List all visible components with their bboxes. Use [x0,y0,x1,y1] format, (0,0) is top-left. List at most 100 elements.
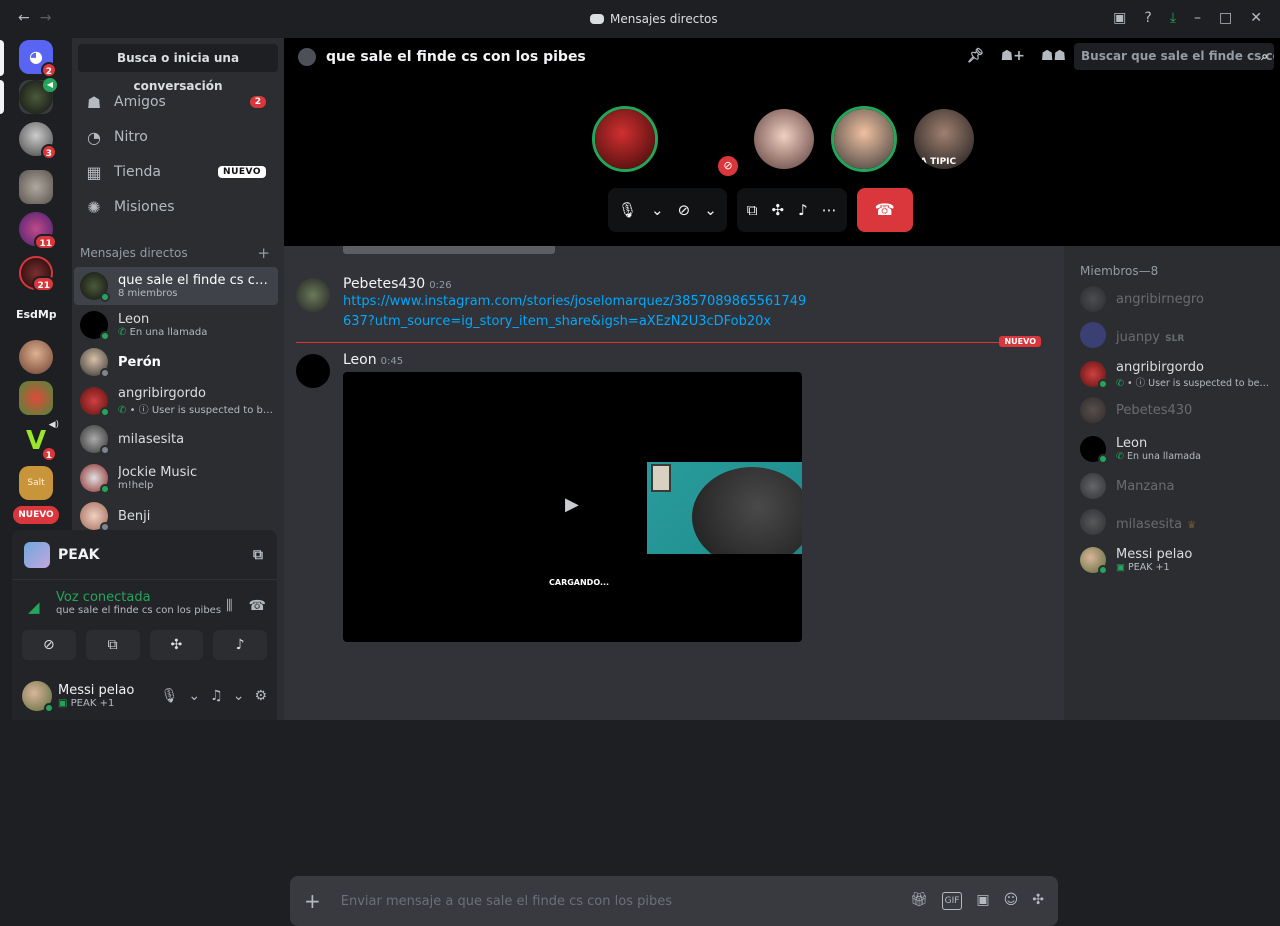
avatar[interactable] [22,681,54,713]
chevron-down-icon[interactable]: ⌄ [651,201,664,219]
participant-avatar[interactable]: A TIPIC [911,106,977,172]
camera-off-icon[interactable]: ⊘ [678,201,691,219]
server-icon[interactable] [19,381,53,415]
server-icon-esdmp[interactable]: EsdMp [16,298,56,332]
dm-item[interactable]: Perón [74,343,278,381]
screen-share-button[interactable]: ⧉ [85,630,140,660]
member-item[interactable]: Messi pelao ▣ PEAK +1 [1080,545,1275,575]
video-attachment[interactable]: ▶ CARGANDO... [343,372,802,642]
emoji-icon[interactable]: ☺ [1004,892,1019,910]
home-button[interactable]: ◕ 2 [19,40,57,78]
member-item[interactable]: angribirnegro [1080,284,1275,314]
participant-avatar[interactable] [751,106,817,172]
member-item[interactable]: milasesita ♛ [1080,507,1275,537]
server-avatar [19,340,53,374]
nav-nitro[interactable]: ◔ Nitro [78,121,276,153]
help-icon[interactable]: ? [1144,10,1151,26]
camera-off-button[interactable]: ⊘ [22,630,76,660]
message-author[interactable]: Leon [343,352,377,368]
microphone-icon[interactable]: 🎙︎ [161,688,179,704]
new-servers-pill[interactable]: NUEVO [13,506,59,524]
apps-icon[interactable]: ✣ [1032,892,1044,910]
member-item[interactable]: juanpy SLR [1080,320,1275,350]
close-icon[interactable]: ✕ [1250,10,1262,26]
message-time: 0:26 [429,280,452,291]
chevron-down-icon[interactable]: ⌄ [233,688,245,704]
create-dm-icon[interactable]: + [257,244,270,262]
forward-arrow-icon[interactable]: → [40,10,52,26]
back-arrow-icon[interactable]: ← [18,10,30,26]
activities-icon[interactable]: ✣ [772,201,785,219]
gift-icon[interactable]: 🎁︎ [910,892,928,910]
user-panel: Messi pelao ▣ PEAK +1 🎙︎ ⌄ ♫ ⌄ ⚙ [22,674,267,718]
server-icon[interactable] [19,170,53,204]
disconnect-icon[interactable]: ☎ [249,598,266,614]
nav-shop[interactable]: ▦ Tienda NUEVO [78,156,276,188]
add-friends-icon[interactable]: ☗+ [1001,48,1025,64]
member-name: angribirgordo [1116,359,1204,375]
nav-friends[interactable]: ☗ Amigos 2 [78,86,276,118]
sticker-icon[interactable]: ▣ [976,892,989,910]
avatar[interactable] [296,278,330,312]
avatar [1080,322,1106,348]
avatar [80,348,110,378]
chevron-down-icon[interactable]: ⌄ [704,201,717,219]
more-icon[interactable]: ⋯ [822,201,837,219]
member-list-icon[interactable]: ☗☗ [1041,48,1066,64]
minimize-icon[interactable]: – [1194,10,1201,26]
pin-icon[interactable]: 📌︎ [967,48,985,64]
maximize-icon[interactable]: □ [1219,10,1232,26]
dm-item[interactable]: angribirgordo ✆ • ⓘ User is suspected to … [74,382,278,420]
member-name: Leon [1116,436,1148,451]
channel-search-input[interactable]: Buscar que sale el finde cs con lo... ⌕ [1074,43,1274,70]
chat-area: Pebetes430 0:26 https://www.instagram.com… [284,246,1064,926]
settings-gear-icon[interactable]: ⚙ [254,688,267,704]
server-icon[interactable]: V ◀) 1 [19,420,59,462]
hang-up-button[interactable]: ☎ [856,188,913,232]
participant-avatar[interactable] [592,106,658,172]
gif-icon[interactable]: GIF [941,892,963,910]
headphones-icon[interactable]: ♫ [210,688,223,704]
video-loading-text: CARGANDO... [549,578,610,587]
dm-item[interactable]: Leon ✆ En una llamada [74,306,278,344]
server-icon[interactable]: 3 [19,122,57,160]
server-icon[interactable]: 21 [19,256,55,292]
server-icon[interactable]: Salt [19,466,53,500]
member-item[interactable]: Pebetes430 [1080,395,1275,425]
muted-icon: ⊘ [718,156,738,176]
quests-icon: ✺ [87,197,101,217]
activity-screen-icon[interactable]: ⧉ [253,547,263,563]
dm-name: Jockie Music [118,465,198,480]
dm-item[interactable]: milasesita [74,420,278,458]
message-link[interactable]: https://www.instagram.com/stories/joselo… [343,292,813,332]
download-icon[interactable]: ⤓ [1170,10,1176,26]
soundboard-icon[interactable]: ♪ [798,201,808,219]
nav-quests[interactable]: ✺ Misiones [78,191,276,223]
member-item[interactable]: Leon ✆ En una llamada [1080,434,1275,464]
server-icon[interactable]: ◀ [19,78,57,114]
dm-item[interactable]: Jockie Music m!help [74,459,278,497]
find-conversation-button[interactable]: Busca o inicia una conversación [78,44,278,93]
avatar [1080,473,1106,499]
play-icon[interactable]: ▶ [565,494,579,515]
gamepad-icon: ▣ [1116,562,1128,573]
microphone-icon[interactable]: 🎙︎ [618,201,637,219]
avatar[interactable] [296,354,330,388]
message-composer[interactable]: + Enviar mensaje a que sale el finde cs … [290,876,1058,926]
avatar [80,387,110,417]
soundboard-button[interactable]: ♪ [213,630,267,660]
server-icon[interactable]: 11 [19,212,57,250]
noise-suppression-icon[interactable]: ⫼ [226,598,232,614]
screen-share-icon[interactable]: ⧉ [747,201,758,219]
member-item[interactable]: Manzana [1080,471,1275,501]
chevron-down-icon[interactable]: ⌄ [188,688,200,704]
participant-avatar[interactable] [831,106,897,172]
message-author[interactable]: Pebetes430 [343,276,425,292]
shop-icon: ▦ [86,162,102,182]
attach-plus-icon[interactable]: + [304,889,321,913]
member-item[interactable]: angribirgordo ✆ • ⓘ User is suspected to … [1080,359,1275,389]
server-icon[interactable] [19,340,53,374]
activities-button[interactable]: ✣ [149,630,204,660]
inbox-icon[interactable]: ▣ [1113,10,1126,26]
dm-item-group[interactable]: que sale el finde cs con los pibes8 miem… [74,267,278,305]
